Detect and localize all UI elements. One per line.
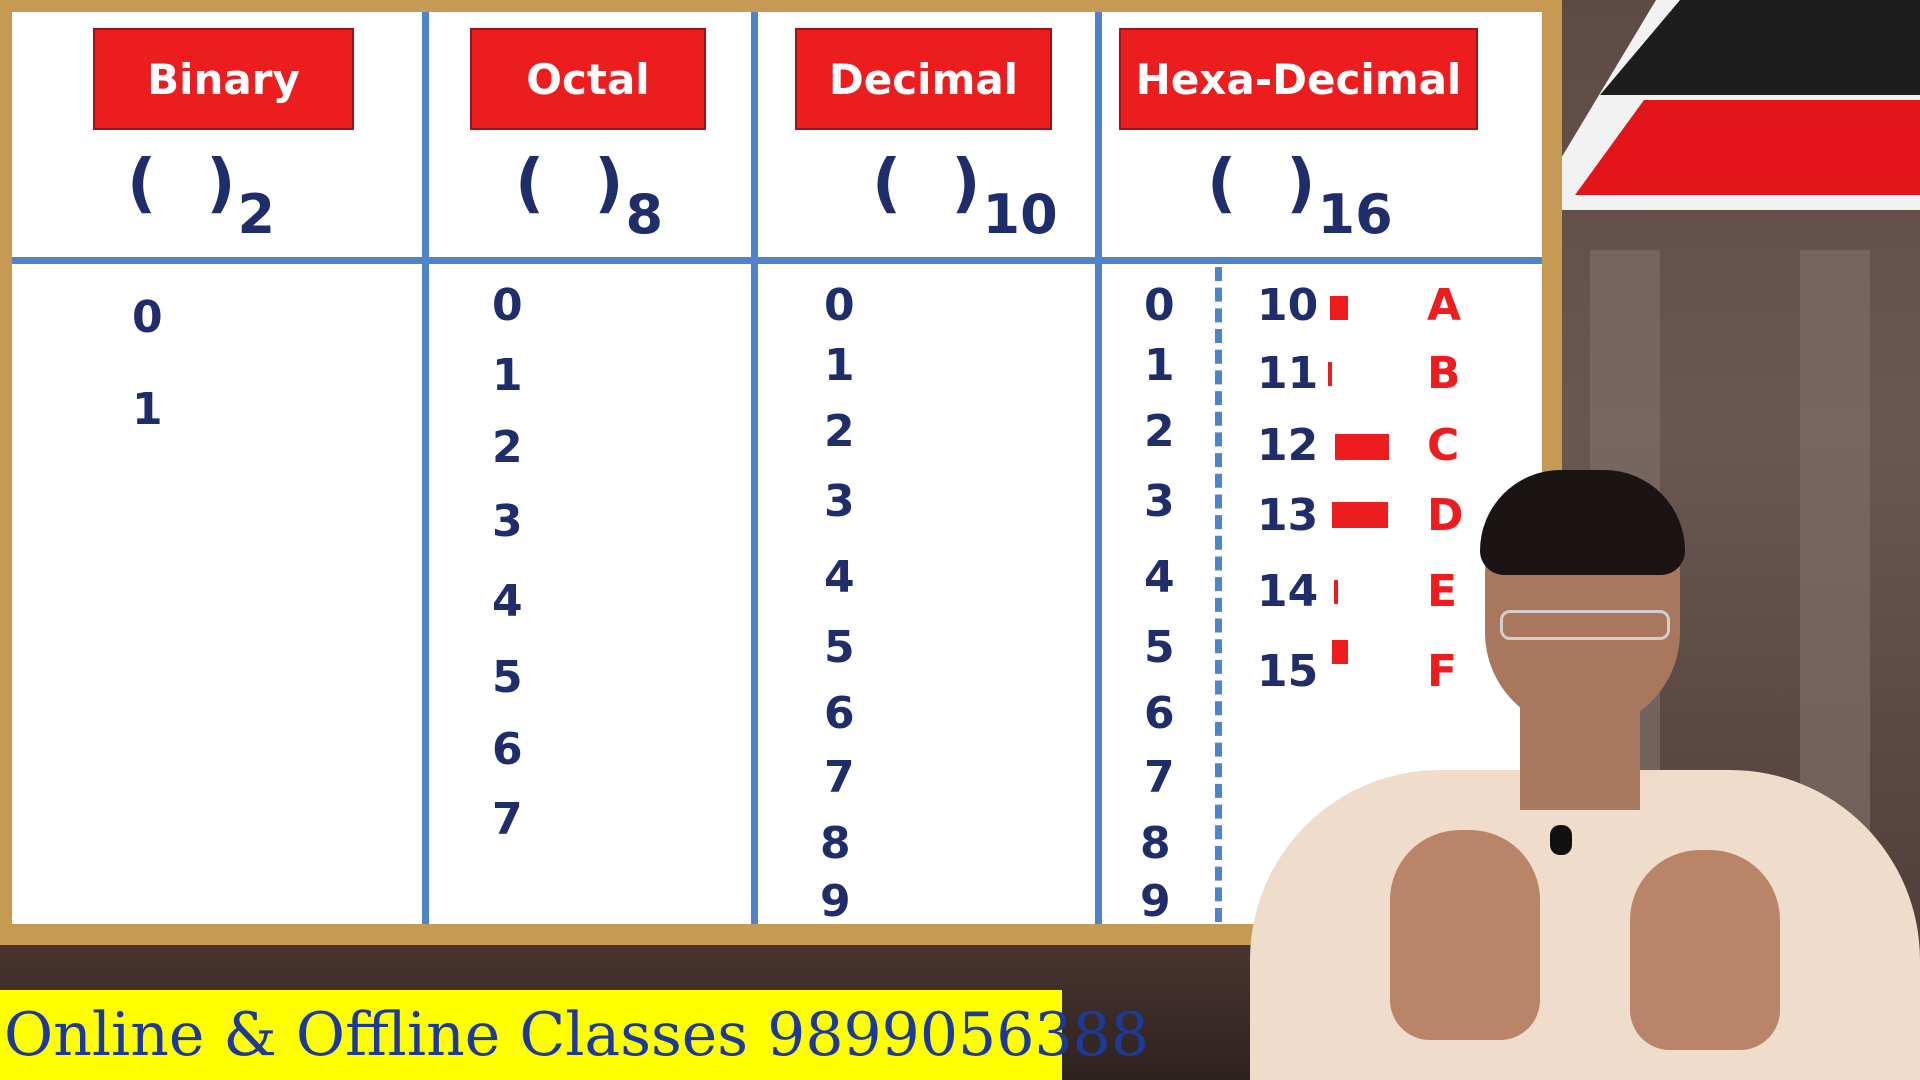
decimal-digit: 2 (824, 406, 855, 457)
lapel-mic-icon (1550, 825, 1572, 855)
decimal-digit: 1 (824, 340, 855, 391)
binary-header: Binary (93, 28, 354, 130)
hex-digit: 4 (1144, 552, 1175, 603)
octal-digit: 2 (492, 422, 523, 473)
decimal-notation: ()10 (872, 147, 1058, 246)
hex-digit: 2 (1144, 406, 1175, 457)
decimal-digit: 6 (824, 688, 855, 739)
octal-digit: 1 (492, 350, 523, 401)
close-paren: ) (594, 147, 624, 221)
octal-notation: ()8 (515, 147, 663, 246)
hex-letter: A (1427, 280, 1462, 331)
hex-digit: 0 (1144, 280, 1175, 331)
decimal-digit: 9 (820, 876, 851, 927)
presenter-glasses (1500, 610, 1670, 640)
hex-notation: ()16 (1207, 147, 1393, 246)
octal-digit: 0 (492, 280, 523, 331)
decimal-digit: 0 (824, 280, 855, 331)
decimal-header: Decimal (795, 28, 1052, 130)
header-divider (12, 257, 1542, 264)
octal-base: 8 (625, 183, 664, 246)
hex-digit: 7 (1144, 752, 1175, 803)
decimal-digit: 3 (824, 476, 855, 527)
hex-digit: 3 (1144, 476, 1175, 527)
close-paren: ) (951, 147, 981, 221)
hex-digit: 6 (1144, 688, 1175, 739)
binary-digit: 1 (132, 384, 163, 435)
column-divider (751, 12, 758, 924)
presenter-shirt (1250, 770, 1920, 1080)
binary-digit: 0 (132, 292, 163, 343)
octal-header: Octal (470, 28, 706, 130)
open-paren: ( (127, 147, 157, 221)
decimal-digit: 7 (824, 752, 855, 803)
presenter-hair (1480, 470, 1685, 575)
octal-digit: 7 (492, 794, 523, 845)
octal-digit: 5 (492, 652, 523, 703)
hex-dashed-divider (1215, 267, 1222, 922)
octal-digit: 4 (492, 576, 523, 627)
decimal-digit: 4 (824, 552, 855, 603)
presenter-right-hand (1630, 850, 1780, 1050)
binary-notation: ()2 (127, 147, 275, 246)
column-divider (422, 12, 429, 924)
presenter-photo (1250, 470, 1920, 1080)
close-paren: ) (206, 147, 236, 221)
hex-highlight-mark (1328, 362, 1332, 386)
hex-digit: 1 (1144, 340, 1175, 391)
hex-highlight-mark (1330, 296, 1348, 320)
hex-digit: 5 (1144, 622, 1175, 673)
hex-letter: B (1427, 348, 1461, 399)
hex-header: Hexa-Decimal (1119, 28, 1478, 130)
hex-extra-value: 12 (1257, 420, 1319, 471)
open-paren: ( (515, 147, 545, 221)
hex-base: 16 (1317, 183, 1393, 246)
close-paren: ) (1286, 147, 1316, 221)
hex-digit: 8 (1140, 818, 1171, 869)
banner-text: Online & Offline Classes 9899056388 (4, 1000, 1149, 1070)
column-divider (1095, 12, 1102, 924)
presenter-left-hand (1390, 830, 1540, 1040)
octal-digit: 3 (492, 496, 523, 547)
binary-base: 2 (237, 183, 276, 246)
hex-letter: C (1427, 420, 1460, 471)
contact-banner: Online & Offline Classes 9899056388 (0, 990, 1149, 1080)
octal-digit: 6 (492, 724, 523, 775)
hex-digit: 9 (1140, 876, 1171, 927)
decimal-digit: 5 (824, 622, 855, 673)
decimal-digit: 8 (820, 818, 851, 869)
decimal-base: 10 (982, 183, 1058, 246)
hex-extra-value: 11 (1257, 348, 1319, 399)
hex-extra-value: 10 (1257, 280, 1319, 331)
hex-highlight-mark (1335, 434, 1389, 460)
open-paren: ( (872, 147, 902, 221)
open-paren: ( (1207, 147, 1237, 221)
